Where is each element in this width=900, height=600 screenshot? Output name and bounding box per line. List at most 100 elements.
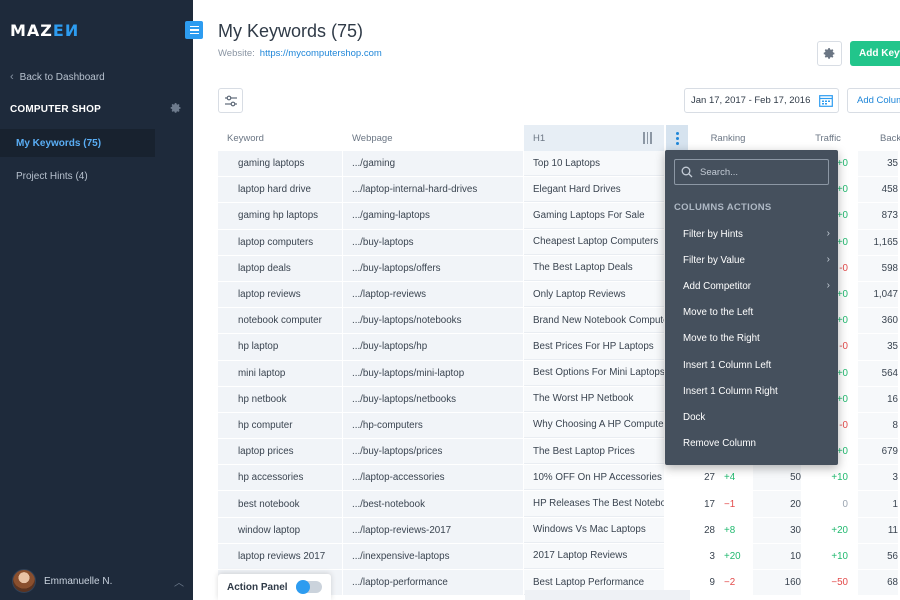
keyword-cell: hp computer — [218, 412, 342, 439]
column-header-backlinks[interactable]: Back — [878, 125, 900, 151]
menu-item-add-competitor[interactable]: Add Competitor › — [665, 273, 838, 299]
menu-item-move-to-the-right[interactable]: Move to the Right — [665, 326, 838, 352]
website-label: Website: — [218, 48, 255, 59]
traffic-cell: 160 — [753, 570, 801, 596]
h1-cell: Why Choosing A HP Computer — [524, 412, 664, 439]
chevron-right-icon: › — [826, 254, 830, 266]
add-column-button[interactable]: Add Colum — [847, 88, 900, 113]
menu-item-label: Filter by Hints — [683, 228, 743, 240]
keyword-cell: laptop deals — [218, 255, 342, 281]
sidebar-item-my-keywords[interactable]: My Keywords (75) — [0, 129, 155, 157]
action-panel-label: Action Panel — [227, 581, 288, 593]
table-row[interactable]: hp accessories .../laptop-accessories 10% … — [218, 465, 900, 491]
menu-item-label: Move to the Left — [683, 307, 754, 319]
backlinks-cell: 1 — [858, 491, 898, 517]
webpage-cell: .../hp-computers — [343, 412, 523, 439]
page-title: My Keywords (75) — [218, 21, 364, 41]
back-to-dashboard-link[interactable]: ‹ Back to Dashboard — [10, 71, 105, 83]
sidebar: MAZEИ ‹ Back to Dashboard COMPUTER SHOP … — [0, 0, 193, 600]
h1-cell: 2017 Laptop Reviews — [524, 543, 664, 569]
settings-button[interactable] — [817, 41, 842, 66]
webpage-cell: .../buy-laptops — [343, 229, 523, 255]
traffic-cell: 30 — [753, 517, 801, 543]
h1-cell: Brand New Notebook Computers — [524, 308, 664, 334]
action-panel-toggle[interactable] — [295, 580, 322, 594]
backlinks-cell: 35 — [858, 334, 898, 360]
traffic-cell: 10 — [753, 543, 801, 569]
h1-cell: 10% OFF On HP Accessories — [524, 465, 664, 491]
backlinks-cell: 564 — [858, 360, 898, 386]
column-header-ranking[interactable]: Ranking — [703, 125, 753, 151]
date-range-picker[interactable]: Jan 17, 2017 - Feb 17, 2016 — [684, 88, 839, 113]
chevron-left-icon: ‹ — [10, 71, 14, 83]
h1-cell: Only Laptop Reviews — [524, 281, 664, 308]
webpage-cell: .../gaming-laptops — [343, 203, 523, 229]
table-row[interactable]: window laptop .../laptop-reviews-2017 Wind… — [218, 517, 900, 544]
h1-cell: The Best Laptop Deals — [524, 255, 664, 281]
column-actions-menu: Search... COLUMNS ACTIONS Filter by Hint… — [665, 150, 838, 465]
table-row[interactable]: best notebook .../best-notebook HP Release… — [218, 491, 900, 517]
table-row[interactable]: laptop reviews 2017 .../inexpensive-lapto… — [218, 543, 900, 570]
traffic-delta: +20 — [831, 524, 848, 536]
menu-item-insert-1-column-left[interactable]: Insert 1 Column Left — [665, 352, 838, 378]
keyword-cell: window laptop — [218, 517, 342, 543]
column-header-traffic[interactable]: Traffic — [808, 125, 848, 151]
menu-item-dock[interactable]: Dock — [665, 404, 838, 430]
backlinks-cell: 3 — [858, 465, 898, 491]
h1-cell: Top 10 Laptops — [524, 151, 664, 177]
add-keyword-button[interactable]: Add Keyw — [850, 41, 900, 66]
table-header: Keyword Webpage H1 Ranking Traffic Back — [218, 125, 900, 151]
backlinks-cell: 458 — [858, 177, 898, 203]
h1-cell: Elegant Hard Drives — [524, 177, 664, 203]
backlinks-cell: 1,165 — [858, 229, 898, 255]
menu-item-label: Add Competitor — [683, 280, 752, 292]
backlinks-cell: 35 — [858, 151, 898, 177]
keyword-cell: laptop hard drive — [218, 177, 342, 203]
h1-cell: The Worst HP Netbook — [524, 386, 664, 412]
website-link[interactable]: https://mycomputershop.com — [260, 48, 382, 59]
traffic-cell: 50 — [753, 465, 801, 491]
ranking-cell: 3 — [709, 550, 715, 562]
chevron-up-icon: ︿ — [174, 577, 184, 589]
horizontal-scrollbar[interactable] — [525, 590, 690, 600]
keyword-cell: laptop reviews — [218, 281, 342, 308]
chevron-right-icon: › — [826, 228, 830, 239]
webpage-cell: .../buy-laptops/notebooks — [343, 308, 523, 334]
user-menu[interactable]: Emmanuelle N. ︿ — [12, 569, 184, 593]
sidebar-item-project-hints[interactable]: Project Hints (4) — [0, 162, 155, 190]
webpage-cell: .../laptop-reviews-2017 — [343, 517, 523, 543]
filter-settings-button[interactable] — [218, 88, 243, 113]
column-header-keyword[interactable]: Keyword — [218, 125, 343, 151]
ranking-delta: −1 — [724, 498, 736, 510]
menu-item-remove-column[interactable]: Remove Column — [665, 431, 838, 457]
keyword-cell: laptop reviews 2017 — [218, 543, 342, 569]
menu-toggle-button[interactable] — [185, 21, 203, 39]
avatar — [12, 569, 36, 593]
drag-handle-icon[interactable] — [643, 132, 653, 144]
back-link-label: Back to Dashboard — [19, 71, 105, 83]
traffic-delta: +10 — [831, 472, 848, 484]
gear-icon[interactable] — [170, 102, 182, 114]
menu-item-filter-by-hints[interactable]: Filter by Hints › — [665, 221, 838, 247]
sidebar-item-label: Project Hints (4) — [16, 170, 88, 182]
search-icon — [681, 166, 693, 178]
webpage-cell: .../inexpensive-laptops — [343, 543, 523, 569]
column-search-input[interactable]: Search... — [674, 159, 829, 185]
column-header-webpage[interactable]: Webpage — [343, 125, 524, 151]
keyword-cell: hp accessories — [218, 465, 342, 491]
keyword-cell: best notebook — [218, 491, 342, 517]
logo[interactable]: MAZEИ — [10, 21, 79, 40]
menu-item-filter-by-value[interactable]: Filter by Value › — [665, 247, 838, 273]
ranking-cell: 17 — [704, 498, 715, 510]
menu-item-insert-1-column-right[interactable]: Insert 1 Column Right — [665, 378, 838, 404]
ranking-delta: +20 — [724, 550, 741, 562]
menu-item-label: Remove Column — [683, 438, 756, 450]
ranking-delta: +8 — [724, 524, 736, 536]
gear-icon — [823, 48, 835, 59]
webpage-cell: .../buy-laptops/hp — [343, 334, 523, 360]
webpage-cell: .../laptop-accessories — [343, 465, 523, 491]
backlinks-cell: 56 — [858, 543, 898, 569]
menu-item-move-to-the-left[interactable]: Move to the Left — [665, 300, 838, 326]
traffic-delta: +10 — [831, 550, 848, 562]
column-menu-button[interactable] — [666, 125, 688, 151]
